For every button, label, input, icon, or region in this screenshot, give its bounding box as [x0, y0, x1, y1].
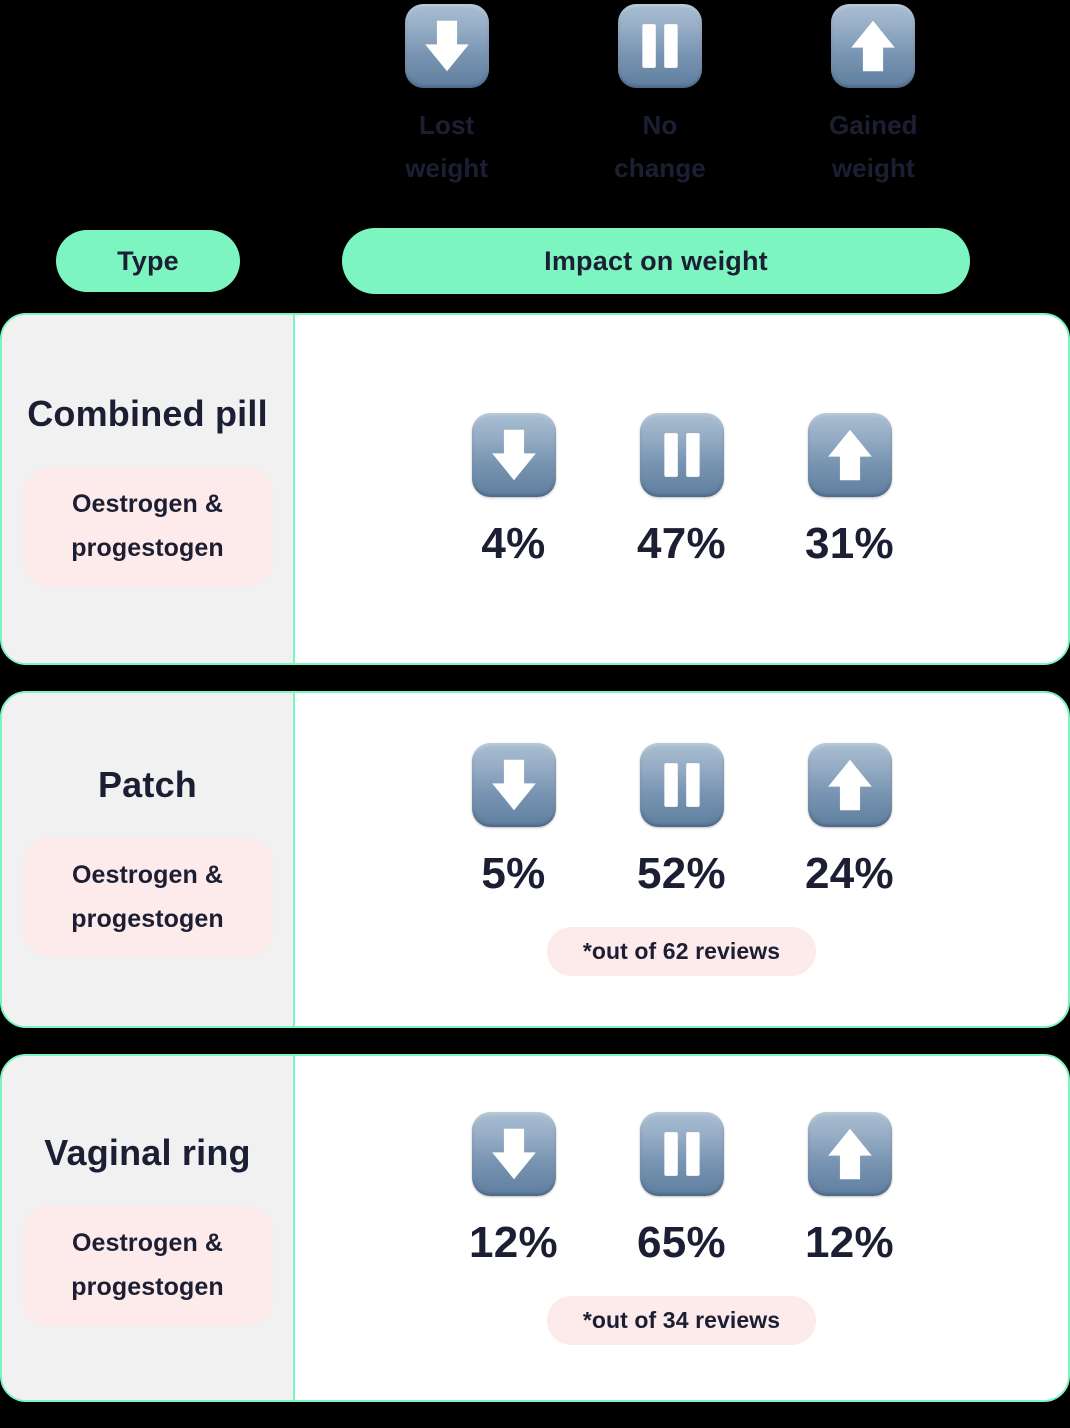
impact-col-no-change: 47%: [598, 413, 766, 569]
header-pill-impact: Impact on weight: [342, 228, 970, 294]
impact-percent-lost: 5%: [481, 849, 546, 898]
pause-icon: [639, 413, 724, 497]
arrow-up-icon: [831, 4, 916, 88]
arrow-down-icon: [404, 4, 489, 88]
arrow-up-icon: [807, 413, 892, 497]
type-cell: Combined pill Oestrogen & progestogen: [2, 315, 295, 663]
pause-icon: [617, 4, 702, 88]
table-row: Vaginal ring Oestrogen & progestogen 12%…: [0, 1054, 1070, 1402]
arrow-down-icon: [471, 1111, 556, 1196]
arrow-down-icon: [471, 413, 556, 497]
impact-col-lost: 4%: [430, 413, 598, 569]
impact-col-lost: 12%: [430, 1111, 598, 1268]
pause-icon: [639, 1111, 724, 1196]
impact-grid: 12% 65% 12%: [430, 1111, 934, 1268]
legend-label-gained-weight: Gained weight: [828, 110, 918, 183]
hormone-pill: Oestrogen & progestogen: [22, 467, 273, 587]
arrow-down-icon: [471, 743, 556, 827]
type-name: Combined pill: [27, 393, 268, 435]
impact-col-no-change: 52%: [598, 743, 766, 899]
type-cell: Vaginal ring Oestrogen & progestogen: [2, 1056, 295, 1400]
impact-cell: 5% 52% 24% *out of 62 reviews: [295, 693, 1068, 1026]
impact-grid: 4% 47% 31%: [430, 413, 934, 569]
column-headers: Type Impact on weight: [0, 228, 1070, 294]
hormone-pill: Oestrogen & progestogen: [22, 837, 273, 958]
type-name: Patch: [97, 763, 198, 805]
table-row: Patch Oestrogen & progestogen 5% 52% 24%…: [0, 691, 1070, 1028]
impact-percent-gained: 24%: [805, 849, 894, 898]
legend-label-lost-weight: Lost weight: [405, 110, 489, 183]
arrow-up-icon: [807, 1111, 892, 1196]
impact-percent-gained: 31%: [805, 519, 894, 568]
reviews-note: *out of 62 reviews: [546, 927, 817, 976]
impact-cell: 12% 65% 12% *out of 34 reviews: [295, 1056, 1068, 1400]
impact-grid: 5% 52% 24%: [430, 743, 934, 899]
impact-cell: 4% 47% 31%: [295, 315, 1068, 663]
header-pill-type: Type: [56, 230, 240, 292]
reviews-note: *out of 34 reviews: [546, 1295, 817, 1345]
hormone-pill: Oestrogen & progestogen: [22, 1206, 273, 1326]
impact-percent-gained: 12%: [805, 1217, 894, 1267]
legend-item-gained-weight: Gained weight: [767, 0, 980, 200]
type-cell: Patch Oestrogen & progestogen: [2, 693, 295, 1026]
legend-item-no-change: No change: [553, 0, 766, 200]
impact-col-no-change: 65%: [598, 1111, 766, 1268]
type-name: Vaginal ring: [44, 1132, 251, 1174]
comparison-table: Combined pill Oestrogen & progestogen 4%…: [0, 313, 1070, 1428]
impact-percent-no-change: 65%: [637, 1217, 726, 1267]
pause-icon: [639, 743, 724, 827]
table-row: Combined pill Oestrogen & progestogen 4%…: [0, 313, 1070, 665]
impact-col-lost: 5%: [430, 743, 598, 899]
impact-percent-no-change: 47%: [637, 519, 726, 568]
legend-item-lost-weight: Lost weight: [340, 0, 553, 200]
impact-percent-lost: 12%: [469, 1217, 558, 1267]
arrow-up-icon: [807, 743, 892, 827]
impact-percent-no-change: 52%: [637, 849, 726, 898]
legend-label-no-change: No change: [614, 110, 706, 183]
impact-col-gained: 12%: [766, 1111, 934, 1268]
impact-col-gained: 31%: [766, 413, 934, 569]
legend: Lost weight No change Gained weight: [340, 0, 980, 200]
impact-percent-lost: 4%: [481, 519, 546, 568]
impact-col-gained: 24%: [766, 743, 934, 899]
